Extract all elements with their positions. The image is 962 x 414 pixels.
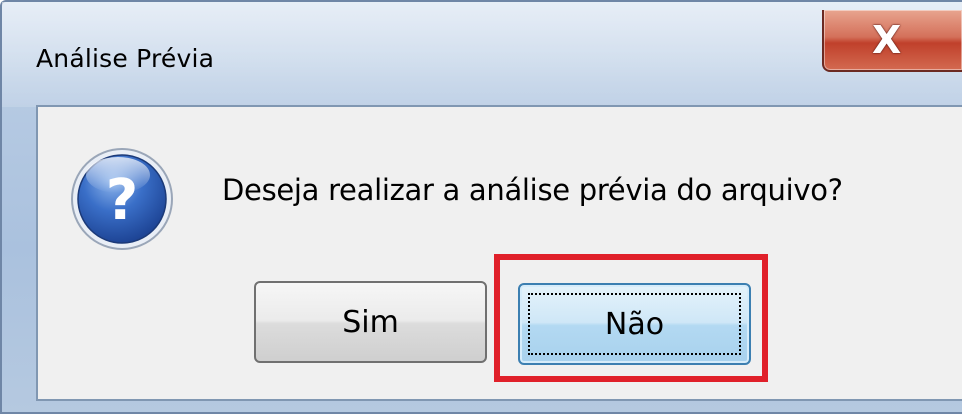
no-button[interactable]: Não bbox=[518, 283, 751, 365]
svg-text:?: ? bbox=[106, 168, 138, 233]
no-button-label: Não bbox=[604, 306, 665, 342]
dialog-message: Deseja realizar a análise prévia do arqu… bbox=[222, 173, 843, 207]
dialog-window: Análise Prévia X ? Deseja realizar a aná… bbox=[0, 0, 962, 414]
yes-button[interactable]: Sim bbox=[254, 281, 487, 363]
yes-button-label: Sim bbox=[342, 304, 399, 340]
window-title: Análise Prévia bbox=[36, 44, 215, 73]
close-icon[interactable]: X bbox=[872, 18, 901, 62]
close-button[interactable]: X bbox=[822, 10, 962, 72]
dialog-body: ? Deseja realizar a análise prévia do ar… bbox=[36, 105, 962, 401]
question-icon: ? bbox=[71, 148, 173, 250]
